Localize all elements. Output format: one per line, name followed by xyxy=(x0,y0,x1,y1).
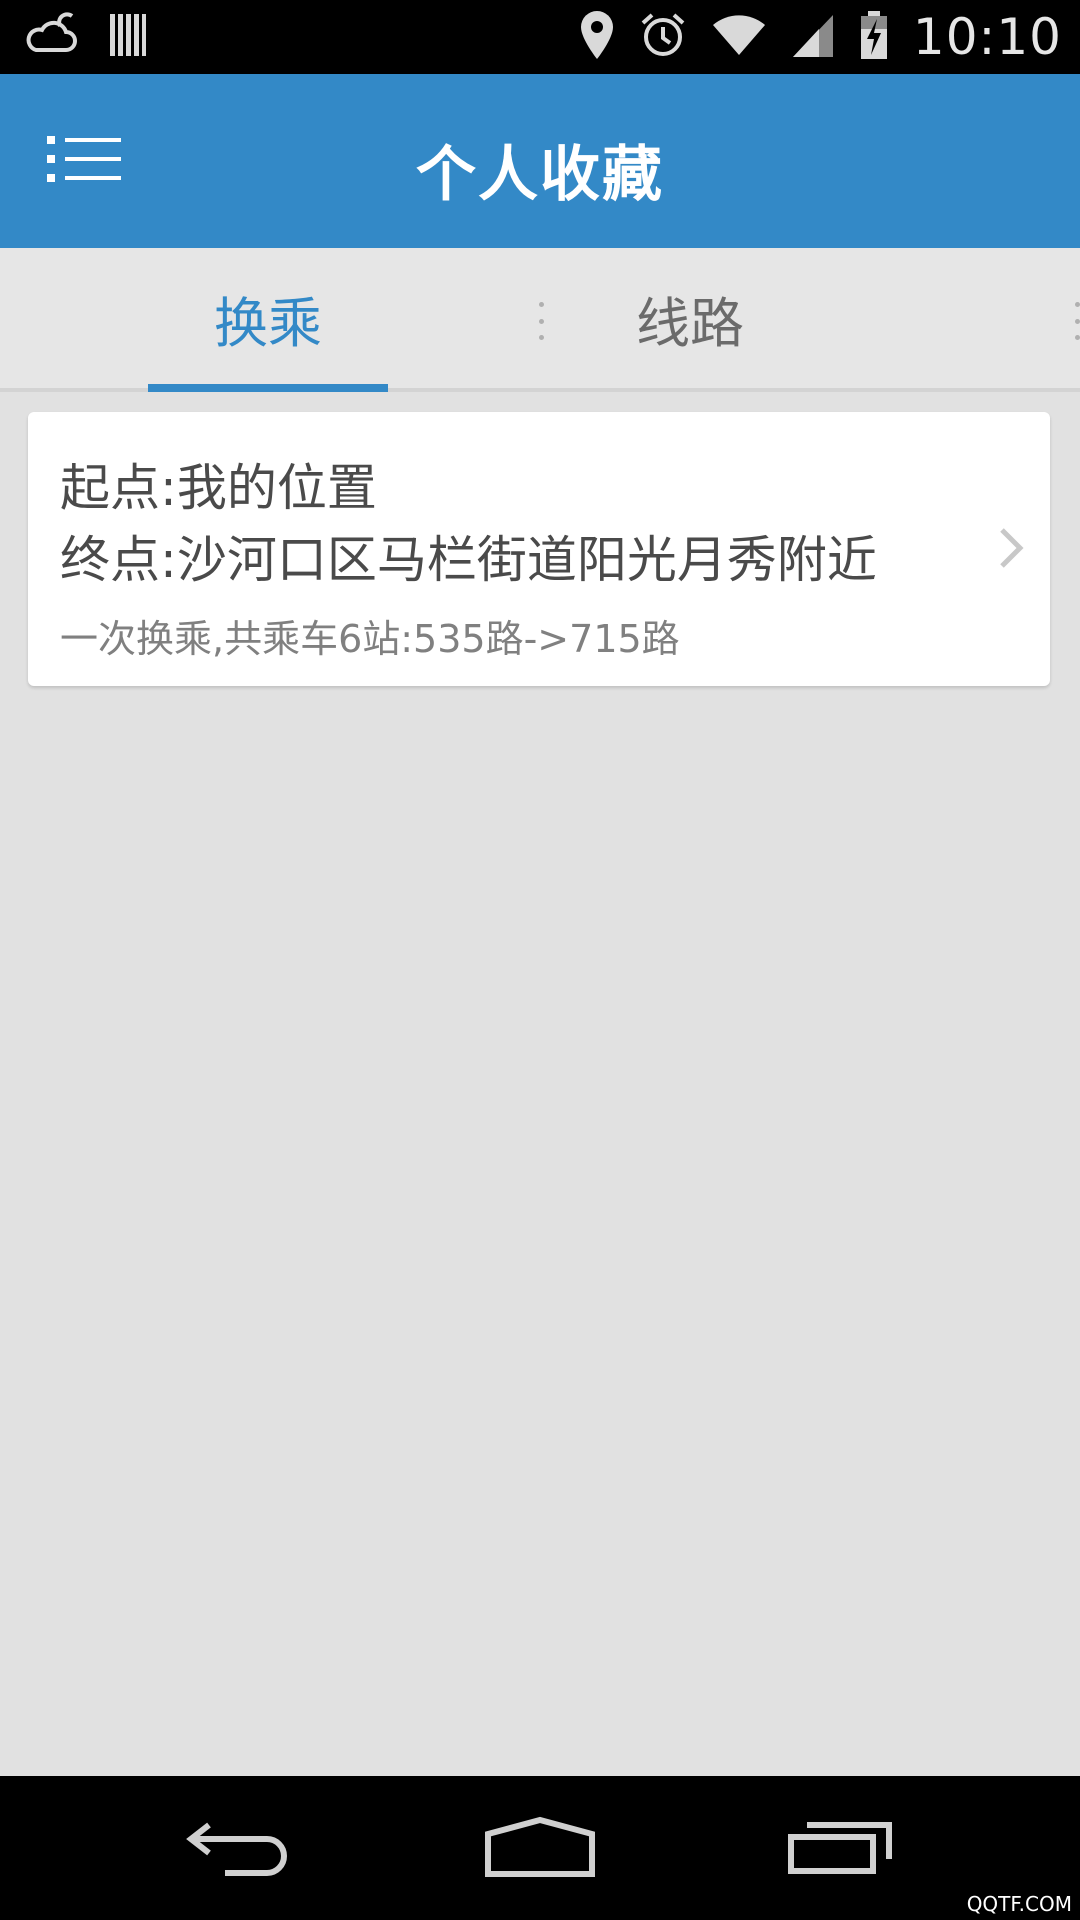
signal-icon xyxy=(791,11,835,63)
location-pin-icon xyxy=(579,9,615,65)
battery-charging-icon xyxy=(859,9,889,65)
status-bar-left xyxy=(26,10,148,64)
alarm-clock-icon xyxy=(639,11,687,63)
weather-cloud-icon xyxy=(26,10,80,64)
favorite-summary: 一次换乘,共乘车6站:535路->715路 xyxy=(60,617,680,661)
recent-apps-button[interactable] xyxy=(770,1804,910,1894)
tab-bar: 换乘 线路 xyxy=(0,248,1080,392)
tab-selected-indicator xyxy=(148,384,388,392)
favorite-transfer-card[interactable]: 起点:我的位置 终点:沙河口区马栏街道阳光月秀附近 一次换乘,共乘车6站:535… xyxy=(28,412,1050,686)
app-bar: 个人收藏 xyxy=(0,74,1080,248)
tab-route[interactable]: 线路 xyxy=(570,248,810,388)
navigation-bar: QQTF.COM xyxy=(0,1776,1080,1920)
status-bar: 10:10 xyxy=(0,0,1080,74)
favorite-start: 起点:我的位置 xyxy=(60,459,377,517)
page-title: 个人收藏 xyxy=(416,140,664,210)
home-icon xyxy=(484,1816,596,1882)
status-bar-right: 10:10 xyxy=(579,8,1062,66)
back-button[interactable] xyxy=(170,1804,310,1894)
recent-apps-icon xyxy=(787,1819,893,1879)
barcode-icon xyxy=(108,12,148,62)
back-icon xyxy=(185,1817,295,1881)
tab-divider xyxy=(538,302,544,340)
chevron-right-icon xyxy=(996,524,1026,572)
tab-divider xyxy=(1074,302,1080,340)
home-button[interactable] xyxy=(470,1804,610,1894)
watermark: QQTF.COM xyxy=(966,1892,1072,1916)
favorite-end: 终点:沙河口区马栏街道阳光月秀附近 xyxy=(60,531,877,589)
tab-transfer[interactable]: 换乘 xyxy=(148,248,388,388)
wifi-icon xyxy=(711,11,767,63)
status-time: 10:10 xyxy=(912,8,1062,66)
